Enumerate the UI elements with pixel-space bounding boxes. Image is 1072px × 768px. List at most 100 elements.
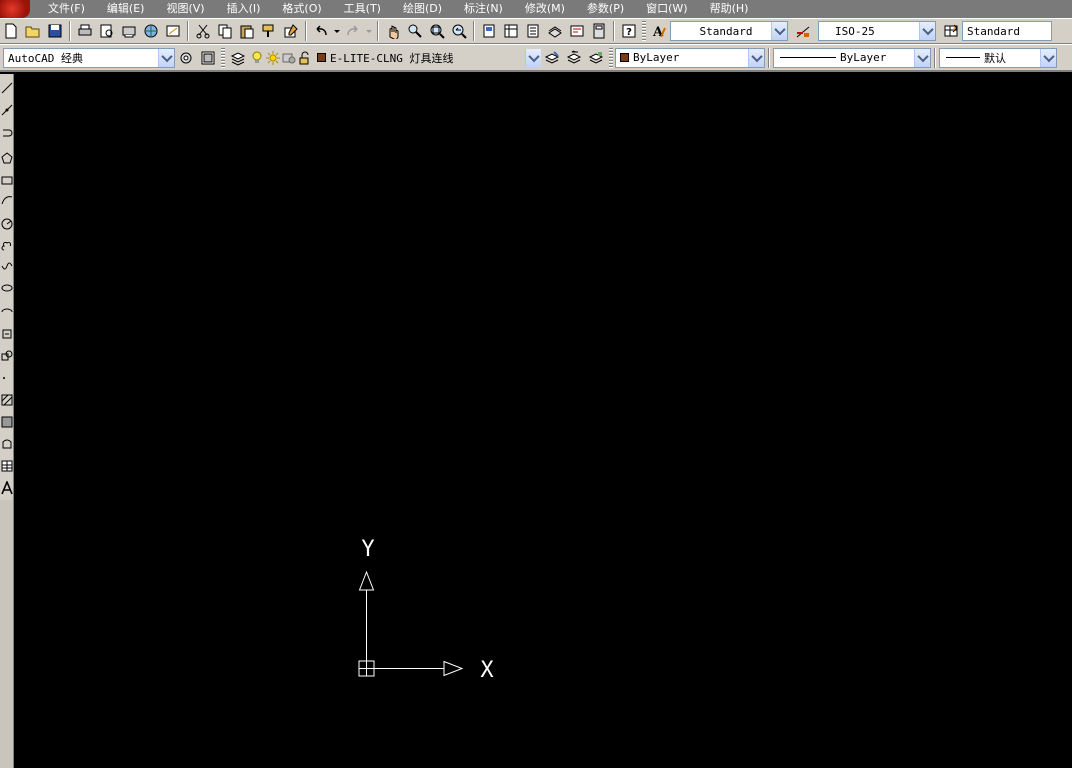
- layer-unlock-icon[interactable]: [297, 47, 313, 69]
- dim-style-icon[interactable]: [792, 20, 814, 42]
- 3d-dwf-icon[interactable]: [140, 20, 162, 42]
- workspace-settings-icon[interactable]: [175, 47, 197, 69]
- chevron-down-icon: [1040, 48, 1056, 67]
- rectangle-icon[interactable]: [0, 172, 13, 188]
- insert-block-icon[interactable]: [0, 326, 13, 342]
- circle-icon[interactable]: [0, 216, 13, 232]
- gradient-icon[interactable]: [0, 414, 13, 430]
- layer-color-swatch: [317, 53, 326, 62]
- menu-window[interactable]: 窗口(W): [636, 0, 697, 18]
- layer-properties-icon[interactable]: [227, 47, 249, 69]
- tool-palettes-icon[interactable]: [522, 20, 544, 42]
- point-icon[interactable]: [0, 370, 13, 386]
- markup-set-icon[interactable]: [566, 20, 588, 42]
- menu-draw[interactable]: 绘图(D): [393, 0, 452, 18]
- menu-format[interactable]: 格式(O): [272, 0, 331, 18]
- ellipse-icon[interactable]: [0, 280, 13, 296]
- ucs-x-label: X: [480, 658, 494, 683]
- calculator-icon[interactable]: [588, 20, 610, 42]
- standard-toolbar: ? A Standard ISO-25 Standard: [0, 18, 1072, 44]
- multiline-text-icon[interactable]: [0, 480, 13, 496]
- plot-preview-icon[interactable]: [96, 20, 118, 42]
- revision-cloud-icon[interactable]: [0, 238, 13, 254]
- line-icon[interactable]: [0, 80, 13, 96]
- redo-icon[interactable]: [342, 20, 364, 42]
- chevron-down-icon: [914, 48, 930, 67]
- layer-previous-icon[interactable]: [563, 47, 585, 69]
- layer-on-lightbulb-icon[interactable]: [249, 47, 265, 69]
- undo-icon[interactable]: [310, 20, 332, 42]
- table-style-select[interactable]: Standard: [962, 21, 1052, 41]
- etransmit-icon[interactable]: [162, 20, 184, 42]
- table-style-icon[interactable]: [940, 20, 962, 42]
- layer-states-icon[interactable]: [585, 47, 607, 69]
- spline-icon[interactable]: [0, 258, 13, 274]
- copy-icon[interactable]: [214, 20, 236, 42]
- print-icon[interactable]: [74, 20, 96, 42]
- lineweight-sample: [946, 57, 980, 58]
- block-editor-icon[interactable]: [280, 20, 302, 42]
- color-swatch: [620, 53, 629, 62]
- sheet-set-icon[interactable]: [544, 20, 566, 42]
- menu-help[interactable]: 帮助(H): [700, 0, 759, 18]
- chevron-down-icon: [919, 22, 935, 40]
- text-style-icon[interactable]: A: [648, 20, 670, 42]
- app-logo[interactable]: [0, 0, 30, 18]
- polyline-icon[interactable]: [0, 126, 13, 142]
- layers-properties-toolbar: AutoCAD 经典 E-LITE-CLNG 灯具连线 ByLayer ByLa…: [0, 44, 1072, 72]
- layer-thaw-sun-icon[interactable]: [265, 47, 281, 69]
- chevron-down-icon: [158, 48, 174, 67]
- hatch-icon[interactable]: [0, 392, 13, 408]
- chevron-down-icon: [748, 48, 764, 67]
- text-style-select[interactable]: Standard: [670, 21, 788, 41]
- undo-dropdown-icon[interactable]: [332, 20, 342, 42]
- open-folder-icon[interactable]: [22, 20, 44, 42]
- color-select[interactable]: ByLayer: [615, 47, 765, 68]
- left-side-strip: [0, 500, 14, 768]
- menu-file[interactable]: 文件(F): [38, 0, 95, 18]
- ucs-y-label: Y: [361, 537, 374, 562]
- arc-icon[interactable]: [0, 192, 13, 208]
- menu-parameters[interactable]: 参数(P): [577, 0, 634, 18]
- cut-icon[interactable]: [192, 20, 214, 42]
- menu-bar: 文件(F) 编辑(E) 视图(V) 插入(I) 格式(O) 工具(T) 绘图(D…: [0, 0, 1072, 18]
- workspace-select[interactable]: AutoCAD 经典: [3, 47, 175, 68]
- properties-icon[interactable]: [478, 20, 500, 42]
- menu-edit[interactable]: 编辑(E): [97, 0, 155, 18]
- chevron-down-icon: [771, 22, 787, 40]
- design-center-icon[interactable]: [500, 20, 522, 42]
- zoom-previous-icon[interactable]: [448, 20, 470, 42]
- layer-select[interactable]: E-LITE-CLNG 灯具连线: [313, 48, 541, 68]
- zoom-realtime-icon[interactable]: [404, 20, 426, 42]
- lineweight-select[interactable]: 默认: [939, 47, 1057, 68]
- menu-dimension[interactable]: 标注(N): [454, 0, 513, 18]
- publish-icon[interactable]: [118, 20, 140, 42]
- paste-icon[interactable]: [236, 20, 258, 42]
- menu-view[interactable]: 视图(V): [156, 0, 214, 18]
- pan-icon[interactable]: [382, 20, 404, 42]
- clean-screen-icon[interactable]: [197, 47, 219, 69]
- dim-style-select[interactable]: ISO-25: [818, 21, 936, 41]
- new-file-icon[interactable]: [0, 20, 22, 42]
- menu-insert[interactable]: 插入(I): [217, 0, 271, 18]
- make-object-layer-current-icon[interactable]: [541, 47, 563, 69]
- construction-line-icon[interactable]: [0, 102, 13, 118]
- redo-dropdown-icon[interactable]: [364, 20, 374, 42]
- drawing-canvas[interactable]: Y X: [20, 74, 1072, 768]
- make-block-icon[interactable]: [0, 348, 13, 364]
- menu-modify[interactable]: 修改(M): [515, 0, 575, 18]
- linetype-select[interactable]: ByLayer: [773, 47, 931, 68]
- zoom-window-icon[interactable]: [426, 20, 448, 42]
- table-icon[interactable]: [0, 458, 13, 474]
- polygon-icon[interactable]: [0, 150, 13, 166]
- linetype-sample: [780, 57, 836, 58]
- draw-toolbar: [0, 74, 14, 500]
- ucs-icon: Y X: [358, 537, 494, 683]
- ellipse-arc-icon[interactable]: [0, 304, 13, 320]
- save-icon[interactable]: [44, 20, 66, 42]
- region-icon[interactable]: [0, 436, 13, 452]
- help-icon[interactable]: ?: [618, 20, 640, 42]
- match-properties-icon[interactable]: [258, 20, 280, 42]
- menu-tools[interactable]: 工具(T): [334, 0, 391, 18]
- layer-viewport-freeze-icon[interactable]: [281, 47, 297, 69]
